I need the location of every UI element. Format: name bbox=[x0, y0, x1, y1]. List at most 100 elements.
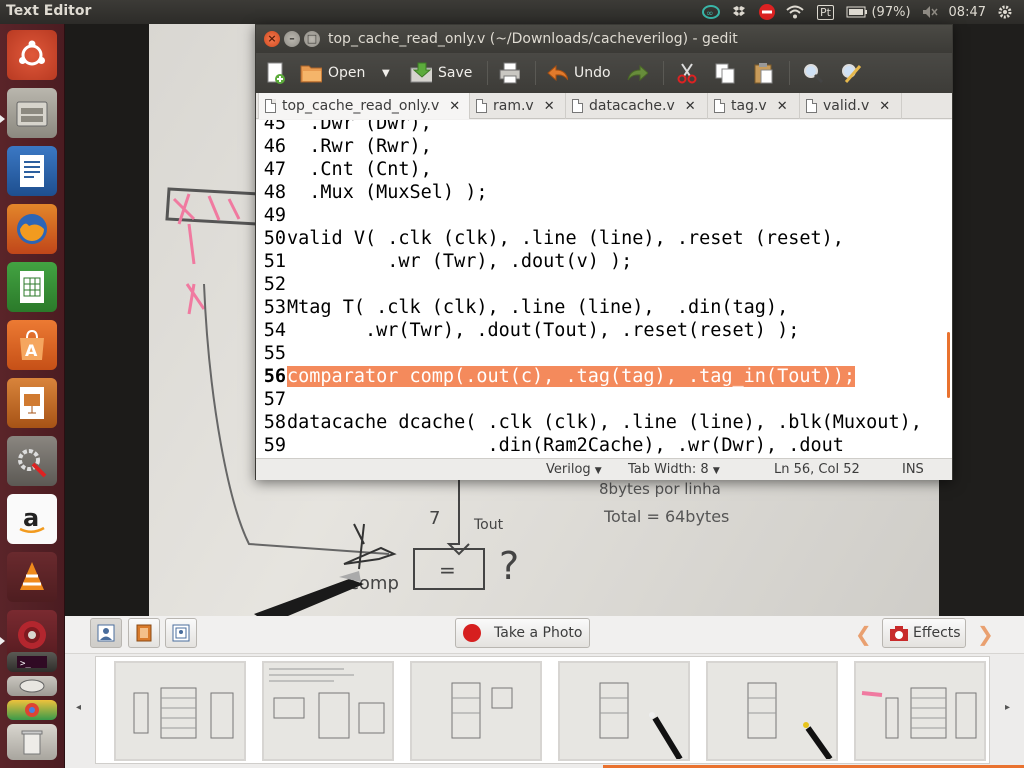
chevron-down-icon: ▼ bbox=[712, 466, 720, 476]
trash-icon[interactable] bbox=[7, 724, 57, 760]
code-text: .wr (Twr), .dout(v) ); bbox=[287, 251, 633, 272]
take-photo-button[interactable]: Take a Photo bbox=[455, 618, 590, 648]
tab-tag[interactable]: tag.v ✕ bbox=[708, 93, 800, 119]
open-button[interactable]: Open bbox=[300, 59, 365, 87]
ubuntu-dash-icon[interactable] bbox=[7, 30, 57, 80]
clipboard-icon bbox=[752, 62, 774, 84]
cut-button[interactable] bbox=[676, 59, 698, 87]
dropbox-icon[interactable] bbox=[730, 3, 748, 21]
chrome-icon[interactable] bbox=[7, 700, 57, 720]
window-title: top_cache_read_only.v (~/Downloads/cache… bbox=[328, 31, 738, 47]
effects-button[interactable]: Effects bbox=[882, 618, 966, 648]
files-icon[interactable] bbox=[7, 88, 57, 138]
disk-icon[interactable] bbox=[7, 676, 57, 696]
amazon-icon[interactable]: a bbox=[7, 494, 57, 544]
maximize-window-button[interactable]: □ bbox=[304, 31, 320, 47]
minimize-window-button[interactable]: – bbox=[284, 31, 300, 47]
system-settings-icon[interactable] bbox=[7, 436, 57, 486]
insert-mode: INS bbox=[902, 462, 924, 477]
thumbnail[interactable] bbox=[558, 661, 690, 761]
clock[interactable]: 08:47 bbox=[949, 5, 986, 20]
svg-text:Total = 64bytes: Total = 64bytes bbox=[603, 507, 729, 526]
toolbar: Open ▼ Save Undo bbox=[256, 53, 952, 93]
document-icon bbox=[476, 99, 487, 113]
close-tab-icon[interactable]: ✕ bbox=[879, 99, 890, 114]
thumbnail[interactable] bbox=[262, 661, 394, 761]
close-tab-icon[interactable]: ✕ bbox=[777, 99, 788, 114]
close-tab-icon[interactable]: ✕ bbox=[449, 99, 460, 114]
line-number: 45 bbox=[263, 120, 286, 134]
close-window-button[interactable]: × bbox=[264, 31, 280, 47]
software-center-icon[interactable]: A bbox=[7, 320, 57, 370]
line-number: 53 bbox=[263, 297, 286, 318]
thumbnails-scroll-left-icon[interactable]: ◂ bbox=[76, 702, 81, 713]
arduino-icon[interactable]: ∞ bbox=[702, 3, 721, 21]
save-label: Save bbox=[438, 65, 473, 81]
save-button[interactable]: Save bbox=[410, 59, 472, 87]
thumbnail[interactable] bbox=[854, 661, 986, 761]
copy-icon bbox=[714, 62, 736, 84]
copy-button[interactable] bbox=[714, 59, 736, 87]
vertical-scrollbar[interactable] bbox=[947, 332, 950, 398]
find-replace-icon bbox=[840, 62, 862, 84]
do-not-disturb-icon[interactable] bbox=[758, 3, 776, 21]
calc-icon[interactable] bbox=[7, 262, 57, 312]
open-recent-dropdown[interactable]: ▼ bbox=[382, 59, 390, 87]
line-number: 56 bbox=[263, 366, 286, 387]
video-mode-button[interactable] bbox=[128, 618, 160, 648]
camera-frame-left bbox=[65, 24, 149, 616]
code-text: .Rwr (Rwr), bbox=[287, 136, 432, 157]
thumbnail[interactable] bbox=[706, 661, 838, 761]
code-text: valid V( .clk (clk), .line (line), .rese… bbox=[287, 228, 844, 249]
find-button[interactable] bbox=[802, 59, 824, 87]
line-number: 48 bbox=[263, 182, 286, 203]
tab-ram[interactable]: ram.v ✕ bbox=[470, 93, 566, 119]
burst-mode-button[interactable] bbox=[165, 618, 197, 648]
window-titlebar[interactable]: × – □ top_cache_read_only.v (~/Downloads… bbox=[256, 25, 952, 53]
tab-label: valid.v bbox=[823, 98, 870, 114]
vlc-icon[interactable] bbox=[7, 552, 57, 602]
close-tab-icon[interactable]: ✕ bbox=[544, 99, 555, 114]
find-replace-button[interactable] bbox=[840, 59, 862, 87]
undo-label: Undo bbox=[574, 65, 611, 81]
close-tab-icon[interactable]: ✕ bbox=[685, 99, 696, 114]
battery-icon bbox=[846, 6, 868, 18]
battery-indicator[interactable]: (97%) bbox=[846, 5, 911, 20]
impress-icon[interactable] bbox=[7, 378, 57, 428]
toolbar-separator bbox=[663, 61, 664, 85]
tab-top-cache-read-only[interactable]: top_cache_read_only.v ✕ bbox=[258, 93, 470, 119]
chevron-right-icon[interactable]: ❯ bbox=[977, 622, 994, 646]
code-text: .wr(Twr), .dout(Tout), .reset(reset) ); bbox=[287, 320, 800, 341]
tab-datacache[interactable]: datacache.v ✕ bbox=[566, 93, 708, 119]
svg-text:A: A bbox=[25, 341, 38, 360]
print-button[interactable] bbox=[498, 59, 520, 87]
thumbnail[interactable] bbox=[410, 661, 542, 761]
new-document-button[interactable] bbox=[264, 59, 286, 87]
svg-text:∞: ∞ bbox=[706, 9, 714, 19]
keyboard-pt-icon[interactable]: Pt bbox=[814, 3, 836, 21]
code-editor[interactable]: 45 .Dwr (Dwr), 46 .Rwr (Rwr), 47 .Cnt (C… bbox=[256, 120, 952, 458]
tab-valid[interactable]: valid.v ✕ bbox=[800, 93, 902, 119]
toolbar-separator bbox=[789, 61, 790, 85]
photo-mode-button[interactable] bbox=[90, 618, 122, 648]
paste-button[interactable] bbox=[752, 59, 774, 87]
cheese-toolbar: Take a Photo ❮ Effects ❯ bbox=[65, 616, 1024, 654]
thumbnail[interactable] bbox=[114, 661, 246, 761]
terminal-icon[interactable]: >_ bbox=[7, 652, 57, 672]
wifi-icon[interactable] bbox=[786, 3, 805, 21]
undo-button[interactable]: Undo bbox=[546, 59, 611, 87]
redo-button[interactable] bbox=[626, 59, 648, 87]
volume-muted-icon[interactable] bbox=[921, 3, 939, 21]
tab-width-selector[interactable]: Tab Width: 8 ▼ bbox=[628, 462, 720, 477]
system-tray: ∞ Pt (97%) 08:47 bbox=[702, 0, 1014, 24]
keyboard-layout-label: Pt bbox=[817, 4, 834, 20]
writer-icon[interactable] bbox=[7, 146, 57, 196]
svg-text:Tout: Tout bbox=[473, 517, 504, 533]
language-selector[interactable]: Verilog ▼ bbox=[546, 462, 602, 477]
gear-icon[interactable] bbox=[996, 3, 1014, 21]
code-text: .Mux (MuxSel) ); bbox=[287, 182, 488, 203]
thumbnails-scroll-right-icon[interactable]: ▸ bbox=[1005, 702, 1010, 713]
line-number: 59 bbox=[263, 435, 286, 456]
firefox-icon[interactable] bbox=[7, 204, 57, 254]
chevron-left-icon[interactable]: ❮ bbox=[855, 622, 872, 646]
